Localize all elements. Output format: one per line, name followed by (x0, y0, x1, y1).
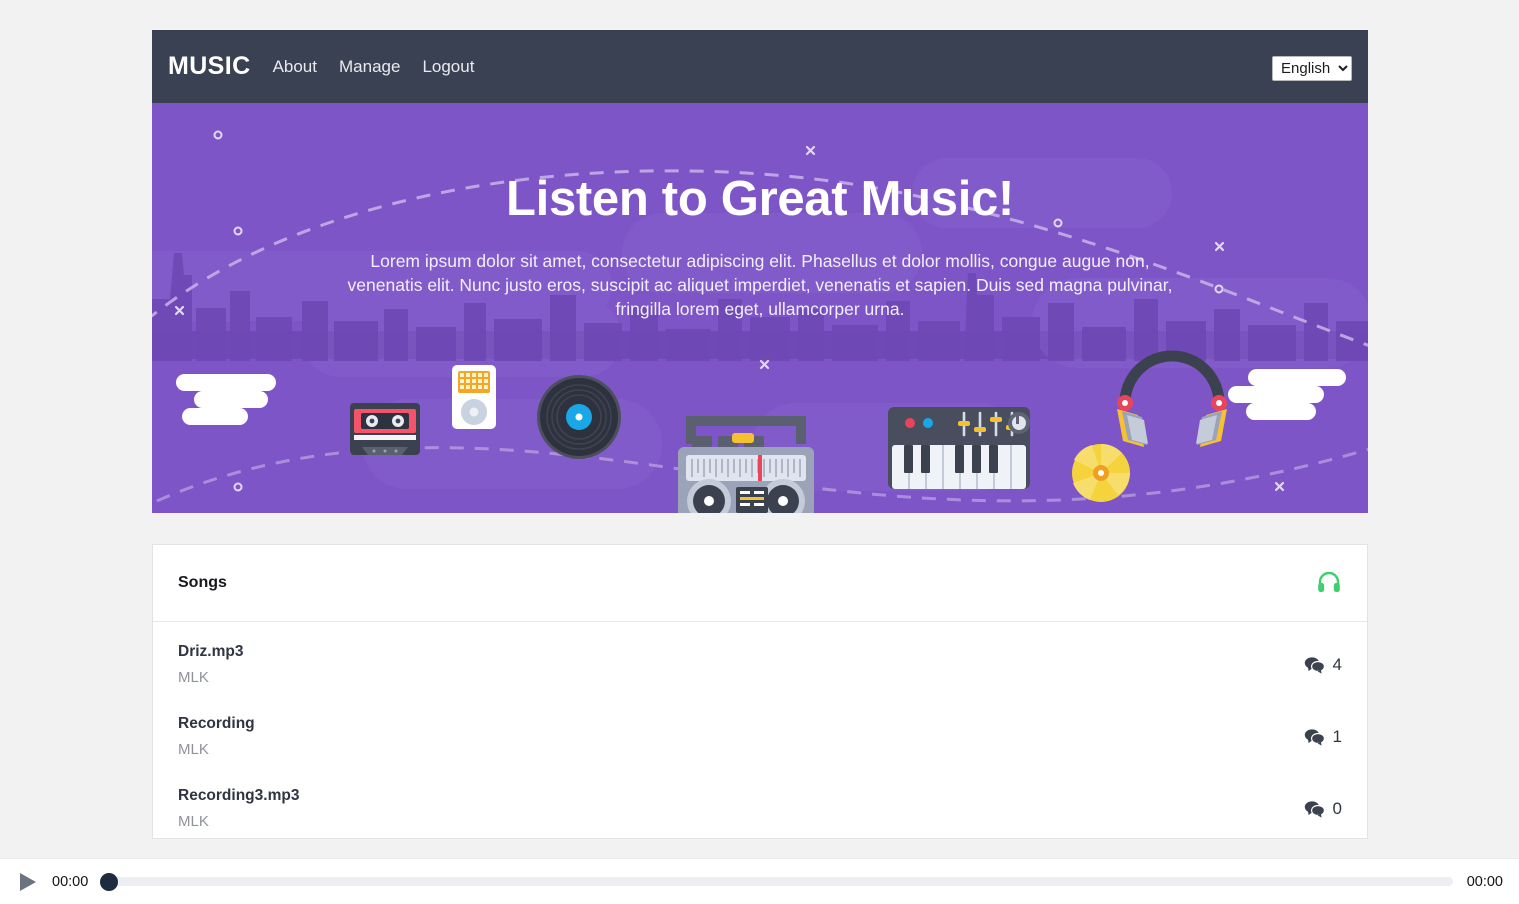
song-artist: MLK (178, 813, 209, 830)
headphones-illustration-icon (1117, 350, 1227, 447)
comment-count: 4 (1332, 654, 1342, 674)
hero-text-block: Listen to Great Music! Lorem ipsum dolor… (152, 171, 1368, 321)
songs-card: Songs Driz.mp3 MLK 4 Recording MLK 1 Rec… (152, 544, 1368, 839)
comments-group[interactable]: 0 (1304, 799, 1342, 819)
song-info: Recording MLK (178, 715, 255, 758)
nav-link-logout[interactable]: Logout (422, 57, 474, 77)
seek-handle[interactable] (100, 872, 119, 891)
songs-title: Songs (178, 574, 227, 591)
seek-slider[interactable] (100, 871, 1453, 893)
cassette-tape-icon (350, 403, 420, 455)
page-root: MUSIC About Manage Logout English Listen… (0, 0, 1519, 904)
language-select[interactable]: English (1272, 56, 1352, 81)
comments-icon (1304, 728, 1325, 746)
navbar: MUSIC About Manage Logout English (152, 30, 1368, 103)
songs-card-header: Songs (153, 545, 1367, 622)
vinyl-record-icon (537, 375, 621, 459)
table-row[interactable]: Recording3.mp3 MLK 0 (153, 766, 1367, 838)
hero-banner: Listen to Great Music! Lorem ipsum dolor… (152, 103, 1368, 513)
audio-player: 00:00 00:00 (0, 858, 1519, 904)
nav-link-about[interactable]: About (273, 57, 317, 77)
table-row[interactable]: Driz.mp3 MLK 4 (153, 622, 1367, 694)
headphones-icon[interactable] (1316, 569, 1342, 598)
cloud-left-icon (176, 374, 276, 425)
comments-group[interactable]: 4 (1304, 655, 1342, 675)
comments-group[interactable]: 1 (1304, 727, 1342, 747)
song-info: Driz.mp3 MLK (178, 643, 243, 686)
main-container: MUSIC About Manage Logout English Listen… (152, 30, 1368, 513)
nav-link-manage[interactable]: Manage (339, 57, 400, 77)
hero-subtitle: Lorem ipsum dolor sit amet, consectetur … (347, 251, 1173, 319)
comment-count: 1 (1332, 726, 1342, 746)
song-info: Recording3.mp3 MLK (178, 787, 299, 830)
comments-icon (1304, 656, 1325, 674)
table-row[interactable]: Recording MLK 1 (153, 694, 1367, 766)
play-icon[interactable] (14, 869, 40, 895)
song-name[interactable]: Recording3.mp3 (178, 787, 299, 805)
duration: 00:00 (1466, 873, 1503, 890)
keyboard-synth-icon (888, 407, 1030, 489)
comment-count: 0 (1332, 798, 1342, 818)
cloud-right-icon (1228, 369, 1346, 420)
song-artist: MLK (178, 669, 209, 686)
song-artist: MLK (178, 741, 209, 758)
mp3-player-icon (452, 365, 496, 429)
cd-disc-icon (1072, 444, 1130, 502)
hero-title: Listen to Great Music! (506, 172, 1014, 226)
brand-logo[interactable]: MUSIC (168, 52, 251, 81)
current-time: 00:00 (52, 873, 89, 890)
song-name[interactable]: Recording (178, 715, 255, 733)
comments-icon (1304, 800, 1325, 818)
song-name[interactable]: Driz.mp3 (178, 643, 243, 661)
seek-track[interactable] (109, 877, 1453, 886)
